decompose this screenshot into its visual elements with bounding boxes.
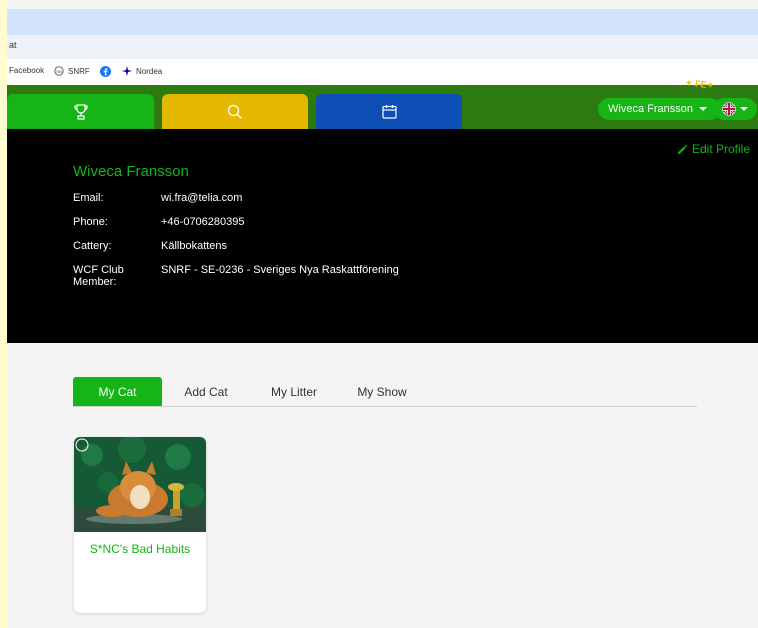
field-label: Cattery: xyxy=(73,240,112,252)
address-text: at xyxy=(9,40,17,50)
main-navbar: ✦ FE✦ Wiveca Fransson xyxy=(7,78,758,129)
bookmark-nordea[interactable]: Nordea xyxy=(122,66,162,76)
pencil-icon xyxy=(677,144,688,154)
address-bar[interactable]: at xyxy=(7,35,758,59)
cattery-value: Källbokattens xyxy=(161,240,228,252)
email-value: wi.fra@telia.com xyxy=(161,192,243,204)
field-label: Email: xyxy=(73,192,104,204)
nordea-icon xyxy=(122,66,132,76)
edit-profile-link[interactable]: Edit Profile xyxy=(677,142,750,156)
bookmark-label: Facebook xyxy=(9,66,45,75)
phone-value: +46-0706280395 xyxy=(161,216,245,228)
field-label: Phone: xyxy=(73,216,108,228)
nav-tab-search[interactable] xyxy=(162,94,308,129)
tab-my-litter[interactable]: My Litter xyxy=(257,377,331,406)
bookmark-snrf[interactable]: SN SNRF xyxy=(54,66,90,76)
club-value: SNRF - SE-0236 - Sveriges Nya Raskattför… xyxy=(161,264,399,276)
language-selector[interactable] xyxy=(713,98,757,120)
svg-text:SN: SN xyxy=(56,69,62,74)
profile-panel: Edit Profile Wiveca Fransson Email: wi.f… xyxy=(7,129,758,343)
snrf-icon: SN xyxy=(54,66,64,76)
uk-flag-icon xyxy=(722,102,736,116)
header-decoration: ✦ FE✦ xyxy=(684,77,715,91)
search-icon xyxy=(227,104,242,119)
bookmark-label: SNRF xyxy=(68,66,90,76)
cat-card[interactable]: S*NC's Bad Habits xyxy=(74,437,206,613)
bookmark-facebook[interactable]: Facebook xyxy=(9,66,44,75)
tab-my-cat[interactable]: My Cat xyxy=(73,377,162,406)
bookmark-label: Nordea xyxy=(136,66,163,76)
user-menu-button[interactable]: Wiveca Fransson xyxy=(598,98,721,120)
nav-tab-awards[interactable] xyxy=(7,94,154,129)
facebook-icon xyxy=(100,66,111,77)
cat-name: S*NC's Bad Habits xyxy=(89,542,191,556)
tab-my-show[interactable]: My Show xyxy=(345,377,419,406)
edit-profile-label: Edit Profile xyxy=(691,142,750,156)
bookmarks-bar: Facebook SN SNRF Nordea xyxy=(7,59,758,85)
browser-tab-bar xyxy=(7,9,758,35)
field-label: WCF Club Member: xyxy=(73,264,124,288)
chevron-down-icon xyxy=(740,107,748,111)
nav-tab-calendar[interactable] xyxy=(316,94,462,129)
profile-name: Wiveca Fransson xyxy=(73,163,189,180)
trophy-icon xyxy=(73,103,88,120)
chevron-down-icon xyxy=(698,107,707,111)
user-name: Wiveca Fransson xyxy=(608,103,693,115)
calendar-icon xyxy=(381,105,397,119)
bookmark-facebook-icon[interactable] xyxy=(100,66,111,77)
tab-add-cat[interactable]: Add Cat xyxy=(169,377,243,406)
cat-photo xyxy=(74,437,206,532)
cat-tabs: My Cat Add Cat My Litter My Show xyxy=(73,377,697,407)
